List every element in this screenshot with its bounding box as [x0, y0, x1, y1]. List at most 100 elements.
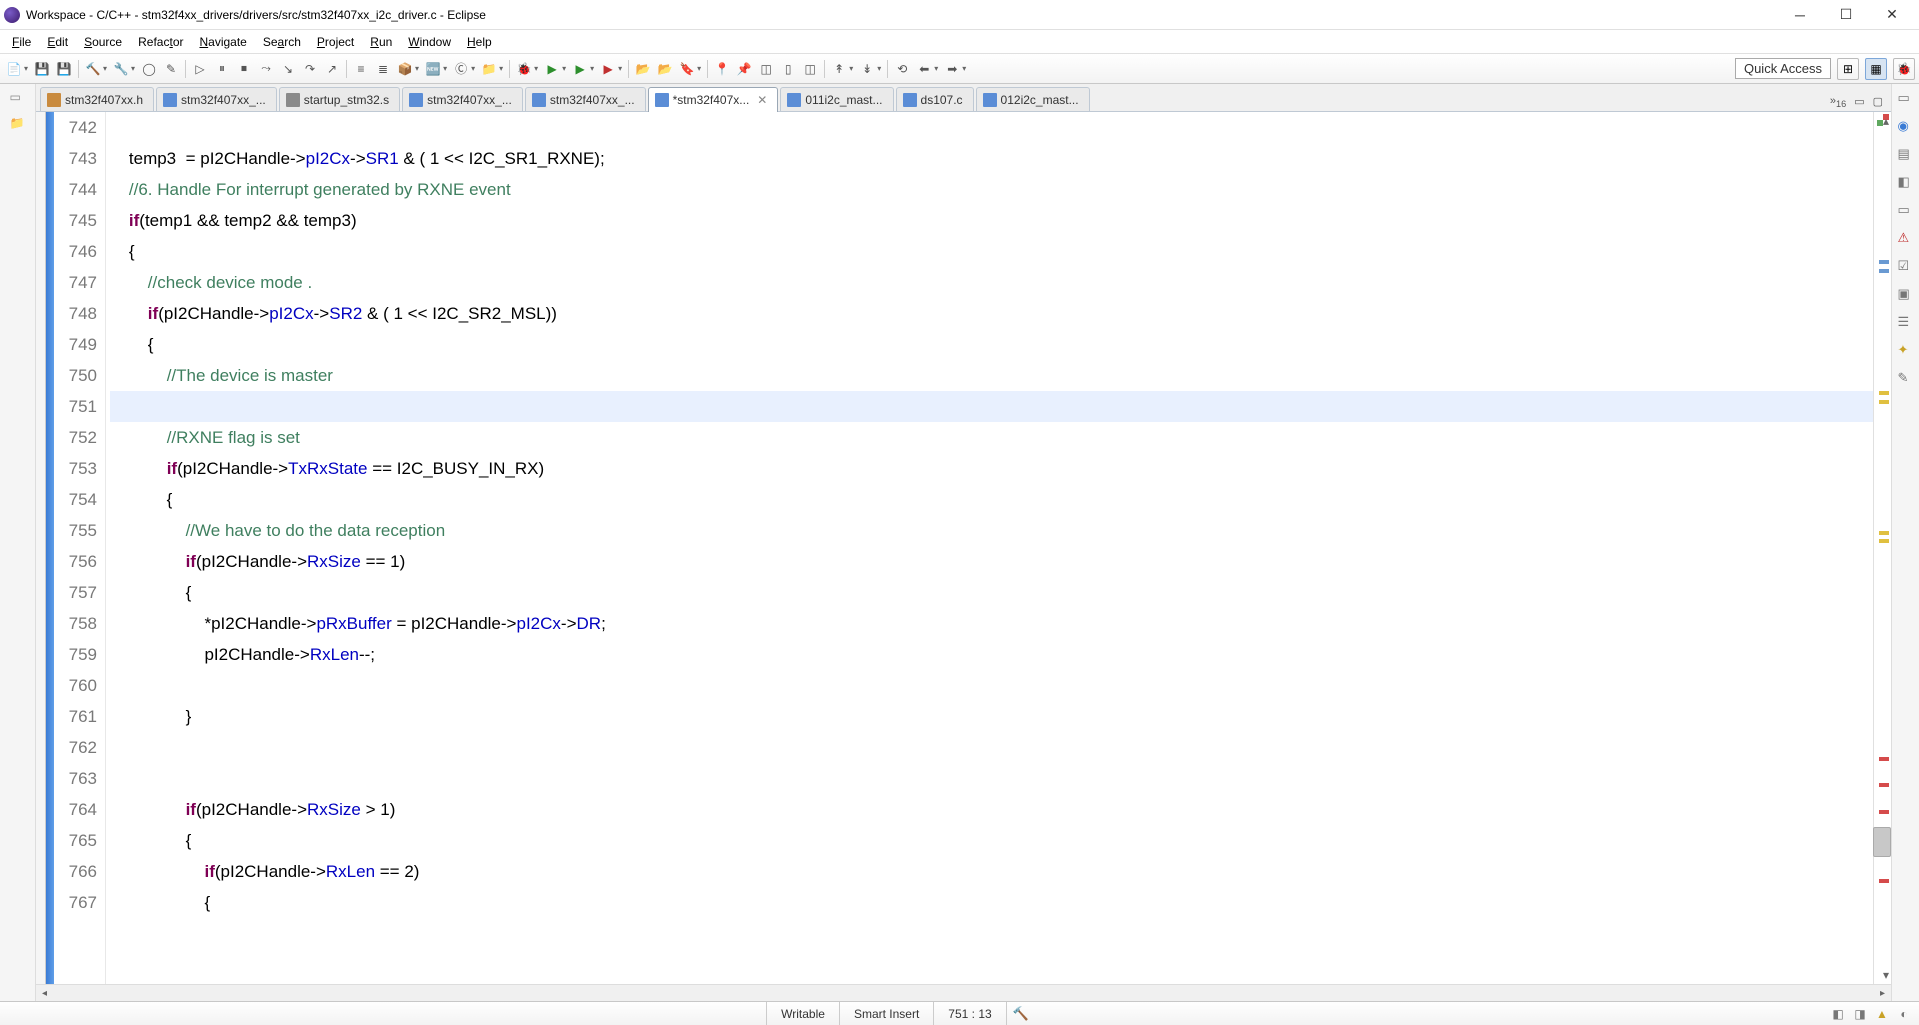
forward-button[interactable]: ➡ — [942, 59, 962, 79]
split-button[interactable]: ◫ — [800, 59, 820, 79]
overview-mark[interactable] — [1879, 531, 1889, 535]
align2-icon[interactable]: ≣ — [373, 59, 393, 79]
tab-startup-stm32[interactable]: startup_stm32.s — [279, 87, 400, 111]
overview-mark[interactable] — [1879, 400, 1889, 404]
stop-icon[interactable]: ⏹ — [234, 59, 254, 79]
restore-right-icon[interactable]: ▭ — [1898, 90, 1914, 106]
quick-access-input[interactable]: Quick Access — [1735, 58, 1831, 79]
overview-mark[interactable] — [1879, 783, 1889, 787]
minimize-button[interactable]: ─ — [1777, 1, 1823, 29]
step-over-icon[interactable]: ↷ — [300, 59, 320, 79]
menu-search[interactable]: Search — [255, 33, 309, 51]
open-project-button[interactable]: 📂 — [633, 59, 653, 79]
build-targets-icon[interactable]: ◧ — [1898, 174, 1914, 190]
profile-button[interactable]: ▶ — [598, 59, 618, 79]
last-edit-button[interactable]: ⟲ — [892, 59, 912, 79]
menu-file[interactable]: File — [4, 33, 39, 51]
pause-icon[interactable]: ⏸ — [212, 59, 232, 79]
overview-mark[interactable] — [1879, 757, 1889, 761]
prev-annotation-button[interactable]: ↟ — [829, 59, 849, 79]
coverage-button[interactable]: ▶ — [570, 59, 590, 79]
tab-ds107[interactable]: ds107.c — [896, 87, 974, 111]
close-icon[interactable]: ✕ — [757, 93, 767, 107]
code-content[interactable]: temp3 = pI2CHandle->pI2Cx->SR1 & ( 1 << … — [106, 112, 1873, 984]
menu-navigate[interactable]: Navigate — [191, 33, 254, 51]
step-into-icon[interactable]: ↘ — [278, 59, 298, 79]
status-insert-mode[interactable]: Smart Insert — [839, 1002, 933, 1025]
step-return-icon[interactable]: ↗ — [322, 59, 342, 79]
align-icon[interactable]: ≡ — [351, 59, 371, 79]
open-perspective-button[interactable]: ⊞ — [1837, 58, 1859, 80]
open-type-button[interactable]: 📦 — [395, 59, 415, 79]
minimize-editor-icon[interactable]: ▭ — [1852, 93, 1866, 110]
menu-refactor[interactable]: Refactor — [130, 33, 191, 51]
line-number-column[interactable]: 7427437447457467477487497507517527537547… — [54, 112, 106, 984]
status-icon-2[interactable]: ◨ — [1851, 1005, 1869, 1023]
restore-icon[interactable]: ▭ — [10, 90, 26, 106]
menu-run[interactable]: Run — [362, 33, 400, 51]
status-icon-1[interactable]: ◧ — [1829, 1005, 1847, 1023]
tab-stm32f407xx-3[interactable]: stm32f407xx_... — [402, 87, 523, 111]
mark-button[interactable]: 📍 — [712, 59, 732, 79]
cpp-perspective-button[interactable]: ▦ — [1865, 58, 1887, 80]
project-explorer-icon[interactable]: 📁 — [10, 116, 26, 132]
horizontal-scrollbar[interactable]: ◂ ▸ — [36, 984, 1891, 1001]
menu-edit[interactable]: Edit — [39, 33, 76, 51]
overview-mark[interactable] — [1879, 879, 1889, 883]
scroll-thumb[interactable] — [1873, 827, 1891, 857]
disconnect-icon[interactable]: ⤳ — [256, 59, 276, 79]
tab-011i2c-mast[interactable]: 011i2c_mast... — [780, 87, 893, 111]
properties-view-icon[interactable]: ☰ — [1898, 314, 1914, 330]
menu-source[interactable]: Source — [76, 33, 130, 51]
overview-mark[interactable] — [1879, 810, 1889, 814]
menu-project[interactable]: Project — [309, 33, 362, 51]
scroll-up-icon[interactable]: ▴ — [1883, 114, 1889, 128]
overview-mark[interactable] — [1879, 269, 1889, 273]
close-button[interactable]: ✕ — [1869, 1, 1915, 29]
debug-button[interactable]: 🐞 — [514, 59, 534, 79]
new-cpp-button[interactable]: 🆕 — [423, 59, 443, 79]
problems-view-icon[interactable]: ⚠ — [1898, 230, 1914, 246]
run-button[interactable]: ▶ — [542, 59, 562, 79]
build-target-button[interactable]: ◯ — [139, 59, 159, 79]
outline-view-icon[interactable]: ◉ — [1898, 118, 1914, 134]
task-button[interactable]: ◫ — [756, 59, 776, 79]
new-button[interactable]: 📄 — [4, 59, 24, 79]
tab-stm32f407xx-4[interactable]: stm32f407xx_... — [525, 87, 646, 111]
overview-mark[interactable] — [1879, 260, 1889, 264]
call-hierarchy-icon[interactable]: ✎ — [1898, 370, 1914, 386]
scroll-down-icon[interactable]: ▾ — [1883, 968, 1889, 982]
annotation-ruler[interactable] — [36, 112, 46, 984]
task-list-icon[interactable]: ▤ — [1898, 146, 1914, 162]
build-button[interactable]: 🔨 — [83, 59, 103, 79]
build-all-button[interactable]: 🔧 — [111, 59, 131, 79]
status-icon-3[interactable]: ▲ — [1873, 1005, 1891, 1023]
overview-mark[interactable] — [1879, 391, 1889, 395]
maximize-button[interactable]: ☐ — [1823, 1, 1869, 29]
tasks-view-icon[interactable]: ☑ — [1898, 258, 1914, 274]
outline-button[interactable]: ▯ — [778, 59, 798, 79]
tab-stm32f407xx-h[interactable]: stm32f407xx.h — [40, 87, 154, 111]
maximize-editor-icon[interactable]: ▢ — [1871, 93, 1885, 110]
folding-ruler[interactable] — [46, 112, 54, 984]
menu-window[interactable]: Window — [400, 33, 459, 51]
console-view-icon[interactable]: ▣ — [1898, 286, 1914, 302]
overview-ruler[interactable]: ▴ ▾ — [1873, 112, 1891, 984]
restore-bottom-icon[interactable]: ▭ — [1898, 202, 1914, 218]
scroll-left-icon[interactable]: ◂ — [36, 988, 53, 999]
scroll-right-icon[interactable]: ▸ — [1874, 988, 1891, 999]
debug-perspective-button[interactable]: 🐞 — [1893, 58, 1915, 80]
status-build-icon[interactable]: 🔨 — [1006, 1002, 1035, 1025]
toggle-bookmark-button[interactable]: 🔖 — [677, 59, 697, 79]
pin-button[interactable]: 📌 — [734, 59, 754, 79]
tab-stm32f407xx-1[interactable]: stm32f407xx_... — [156, 87, 277, 111]
save-button[interactable]: 💾 — [32, 59, 52, 79]
toggle-button[interactable]: ✎ — [161, 59, 181, 79]
search-view-icon[interactable]: ✦ — [1898, 342, 1914, 358]
new-folder-button[interactable]: 📁 — [479, 59, 499, 79]
resume-icon[interactable]: ▷ — [190, 59, 210, 79]
open-folder-button[interactable]: 📂 — [655, 59, 675, 79]
status-writable[interactable]: Writable — [766, 1002, 839, 1025]
menu-help[interactable]: Help — [459, 33, 500, 51]
tab-overflow-button[interactable]: »16 — [1828, 93, 1848, 111]
